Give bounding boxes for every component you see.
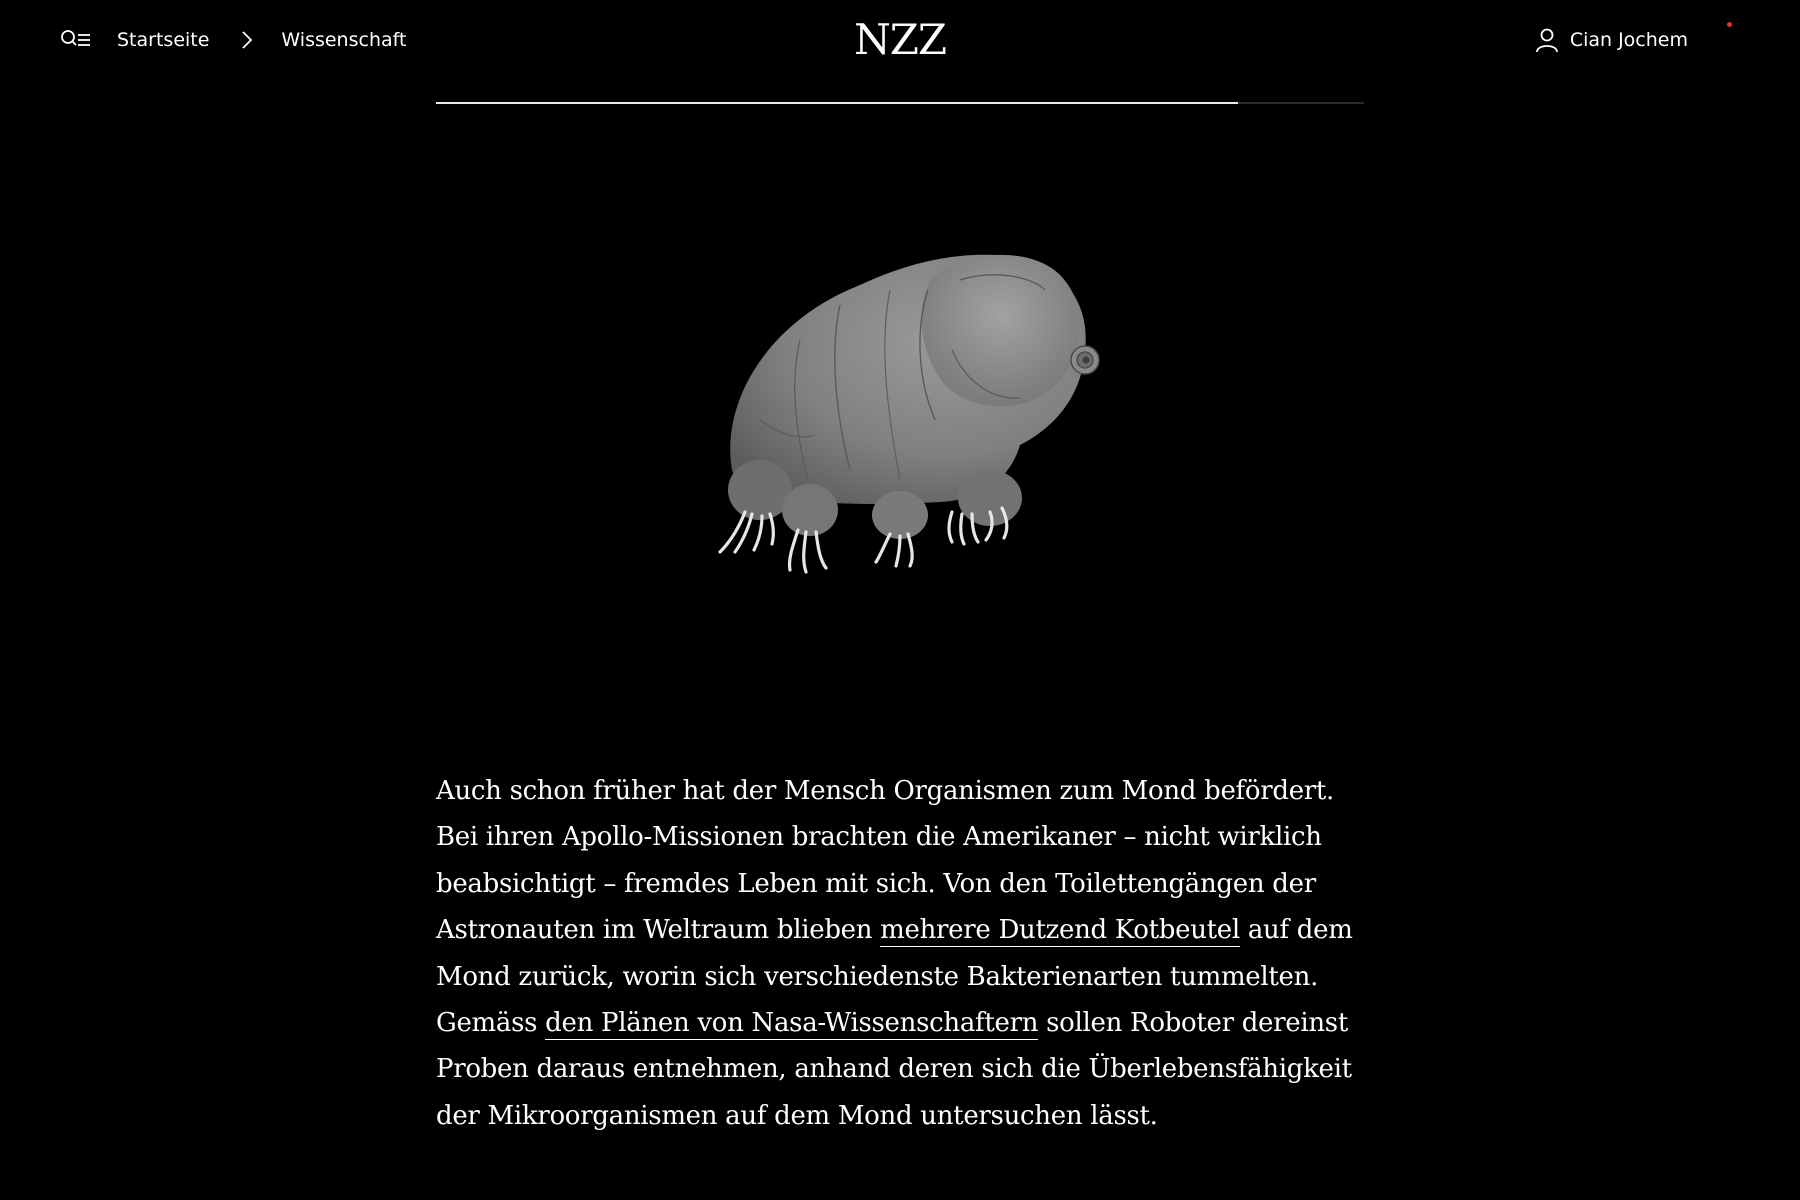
notification-dot: [1727, 22, 1732, 27]
breadcrumb-home-link[interactable]: Startseite: [117, 29, 209, 51]
user-name: Cian Jochem: [1569, 29, 1688, 51]
menu-search-icon[interactable]: [60, 28, 92, 52]
user-icon: [1534, 27, 1560, 53]
link-kotbeutel[interactable]: mehrere Dutzend Kotbeutel: [880, 915, 1240, 948]
tardigrade-illustration: [690, 230, 1150, 630]
article-paragraph: Auch schon früher hat der Mensch Organis…: [436, 768, 1366, 1139]
breadcrumb-section-link[interactable]: Wissenschaft: [281, 29, 406, 51]
reading-progress-bar: [436, 102, 1364, 104]
nzz-logo[interactable]: NZZ: [853, 14, 947, 66]
user-account-button[interactable]: Cian Jochem: [1534, 24, 1688, 56]
top-navigation-bar: Startseite Wissenschaft NZZ Cian Jochem: [0, 0, 1800, 80]
link-nasa-plaene[interactable]: den Plänen von Nasa-Wissenschaftern: [545, 1008, 1038, 1041]
reading-progress-fill: [436, 102, 1238, 104]
breadcrumb: Startseite Wissenschaft: [60, 24, 406, 56]
article-body: Auch schon früher hat der Mensch Organis…: [436, 768, 1366, 1139]
chevron-right-icon: [241, 30, 253, 50]
